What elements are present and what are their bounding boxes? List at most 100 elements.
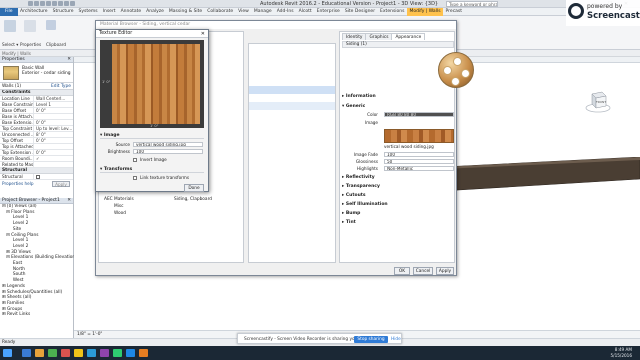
- library-folder[interactable]: AEC Materials: [104, 197, 134, 202]
- tab-insert[interactable]: Insert: [100, 8, 118, 16]
- tab-alcott[interactable]: Alcott: [296, 8, 314, 16]
- texture-preview[interactable]: 1' 0" 1' 0": [100, 40, 204, 128]
- tab-manage[interactable]: Manage: [251, 8, 274, 16]
- image-fade-value[interactable]: 100: [384, 152, 454, 157]
- highlights-value[interactable]: Non-Metallic: [384, 166, 454, 171]
- tab-view[interactable]: View: [236, 8, 252, 16]
- invert-row: Invert Image: [140, 157, 200, 163]
- cancel-button[interactable]: Cancel: [413, 267, 433, 275]
- property-value[interactable]: Level 1: [34, 102, 73, 107]
- image-thumbnail[interactable]: [384, 129, 454, 143]
- tab-collaborate[interactable]: Collaborate: [205, 8, 236, 16]
- property-value[interactable]: Wall Centerl...: [34, 96, 73, 101]
- library-material[interactable]: Siding, Clapboard: [174, 197, 212, 202]
- taskbar-app-icon[interactable]: [48, 349, 57, 357]
- section-self-illumination[interactable]: ▸ Self Illumination: [342, 202, 454, 208]
- taskbar-app-icon[interactable]: [126, 349, 135, 357]
- properties-icon[interactable]: [24, 20, 36, 32]
- taskbar-app-icon[interactable]: [113, 349, 122, 357]
- selected-row[interactable]: [249, 86, 335, 94]
- property-value[interactable]: [34, 162, 73, 167]
- type-selector[interactable]: Basic Wall Exterior - cedar siding: [0, 63, 73, 83]
- system-clock[interactable]: 8:49 AM 5/15/2016: [611, 347, 632, 358]
- viewcube-icon[interactable]: FRONT: [584, 86, 612, 114]
- property-key: Top Constraint: [2, 126, 34, 131]
- stop-sharing-button[interactable]: Stop sharing: [354, 336, 388, 343]
- library-item-wood[interactable]: Wood: [114, 211, 126, 216]
- modify-icon[interactable]: [4, 20, 16, 32]
- glossiness-value[interactable]: 50: [384, 159, 454, 164]
- checkbox[interactable]: [36, 175, 40, 179]
- taskbar-app-icon[interactable]: [87, 349, 96, 357]
- library-item-misc[interactable]: Misc: [114, 204, 124, 209]
- property-value[interactable]: [34, 174, 73, 179]
- apply-button[interactable]: Apply: [436, 267, 454, 275]
- ok-button[interactable]: OK: [394, 267, 410, 275]
- tab-site-designer[interactable]: Site Designer: [342, 8, 377, 16]
- section-transparency[interactable]: ▸ Transparency: [342, 184, 454, 190]
- tab-extensions[interactable]: Extensions: [378, 8, 407, 16]
- brightness-value[interactable]: 100: [133, 149, 203, 154]
- tab-architecture[interactable]: Architecture: [18, 8, 51, 16]
- tab-structure[interactable]: Structure: [50, 8, 76, 16]
- start-icon[interactable]: [3, 349, 12, 357]
- taskbar-app-icon[interactable]: [139, 349, 148, 357]
- tab-appearance[interactable]: Appearance: [391, 33, 426, 40]
- section-information[interactable]: ▸ Information: [342, 94, 454, 100]
- wall-3d-model[interactable]: [442, 157, 640, 193]
- close-icon[interactable]: ✕: [67, 198, 71, 204]
- property-value[interactable]: Up to level: Lev...: [34, 126, 73, 131]
- color-value[interactable]: RGB 80 80 80: [384, 112, 454, 117]
- taskbar-app-icon[interactable]: [35, 349, 44, 357]
- section-bump[interactable]: ▸ Bump: [342, 211, 454, 217]
- section-tint[interactable]: ▸ Tint: [342, 220, 454, 226]
- apply-button[interactable]: Apply: [52, 181, 70, 187]
- properties-help-link[interactable]: Properties help Apply: [0, 180, 73, 188]
- browser-tree-item[interactable]: ⊞ Revit Links: [2, 312, 73, 318]
- instance-filter[interactable]: Walls (1) Edit Type: [0, 83, 73, 90]
- help-label[interactable]: Properties help: [2, 181, 34, 186]
- link-transforms-checkbox[interactable]: [133, 176, 137, 180]
- section-cutouts[interactable]: ▸ Cutouts: [342, 193, 454, 199]
- edit-type-button[interactable]: Edit Type: [51, 83, 71, 90]
- taskbar-app-icon[interactable]: [100, 349, 109, 357]
- close-icon[interactable]: ✕: [201, 30, 205, 38]
- list-row[interactable]: [249, 102, 335, 110]
- property-value[interactable]: 0' 0": [34, 120, 73, 125]
- property-value[interactable]: [34, 144, 73, 149]
- section-reflectivity[interactable]: ▸ Reflectivity: [342, 175, 454, 181]
- property-value[interactable]: 0' 0": [34, 108, 73, 113]
- hide-button[interactable]: Hide: [391, 334, 401, 345]
- property-value[interactable]: 0' 0": [34, 138, 73, 143]
- search-input[interactable]: Type a keyword or phrase: [446, 1, 498, 7]
- tab-systems[interactable]: Systems: [76, 8, 100, 16]
- source-value[interactable]: vertical wood siding.jpg: [133, 142, 203, 147]
- quick-access-toolbar[interactable]: [28, 1, 88, 7]
- tab-annotate[interactable]: Annotate: [118, 8, 144, 16]
- property-value[interactable]: 0' 0": [34, 150, 73, 155]
- tab-file[interactable]: File: [0, 8, 18, 16]
- image-file[interactable]: vertical wood siding.jpg: [384, 144, 434, 150]
- tab-identity[interactable]: Identity: [342, 33, 367, 40]
- select-dropdown[interactable]: Select ▾: [2, 42, 18, 47]
- done-button[interactable]: Done: [184, 184, 204, 192]
- taskbar-app-icon[interactable]: [74, 349, 83, 357]
- paste-icon[interactable]: [46, 20, 56, 30]
- section-transforms[interactable]: ▾ Transforms: [100, 166, 204, 173]
- tab-analyze[interactable]: Analyze: [144, 8, 167, 16]
- property-value[interactable]: 8' 0": [34, 132, 73, 137]
- tab-enterprise[interactable]: Enterprise: [314, 8, 342, 16]
- tab-graphics[interactable]: Graphics: [365, 33, 393, 40]
- taskbar-app-icon[interactable]: [22, 349, 31, 357]
- tab-massing[interactable]: Massing & Site: [166, 8, 204, 16]
- tab-precast[interactable]: Precast: [443, 8, 465, 16]
- property-value[interactable]: [34, 114, 73, 119]
- view-scale[interactable]: 1/8" = 1'-0": [77, 332, 102, 337]
- invert-checkbox[interactable]: [133, 158, 137, 162]
- section-image[interactable]: ▾ Image: [100, 132, 204, 139]
- tab-add-ins[interactable]: Add-Ins: [274, 8, 296, 16]
- taskbar-app-icon[interactable]: [61, 349, 70, 357]
- tab-modify-walls[interactable]: Modify | Walls: [406, 8, 444, 16]
- property-value[interactable]: ✓: [34, 156, 73, 161]
- section-generic[interactable]: ▾ Generic: [342, 104, 454, 110]
